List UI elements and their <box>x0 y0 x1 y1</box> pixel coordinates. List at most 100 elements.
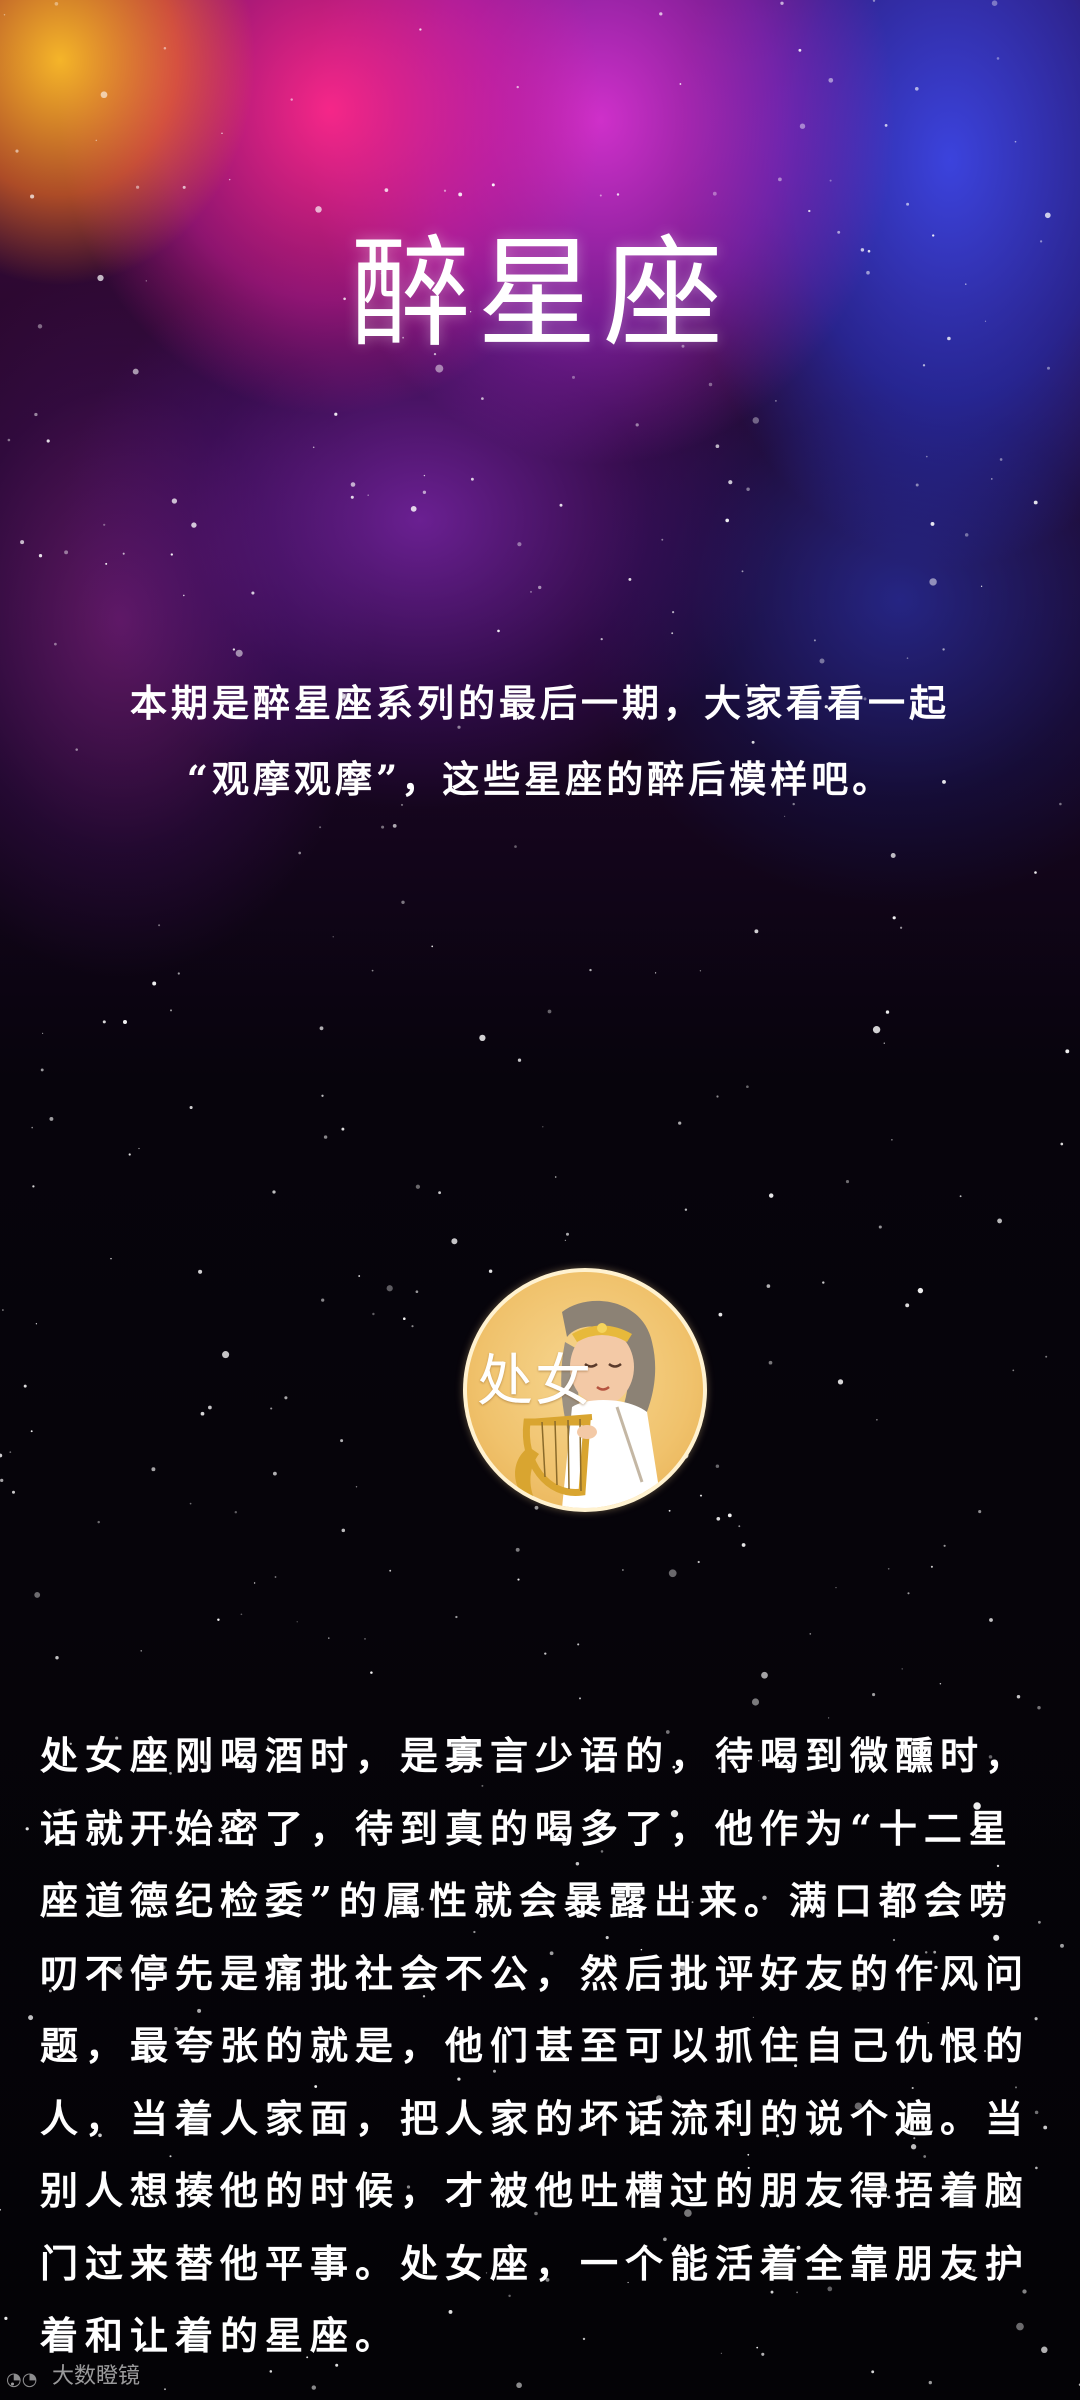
star <box>671 632 674 635</box>
star <box>136 185 140 189</box>
star <box>35 1323 38 1325</box>
star <box>885 1010 890 1014</box>
star <box>42 1032 44 1034</box>
star <box>530 590 532 593</box>
star <box>105 562 108 565</box>
star <box>55 1655 59 1660</box>
star <box>996 57 1000 60</box>
star <box>350 482 356 487</box>
star <box>827 1717 830 1719</box>
star <box>455 1615 458 1619</box>
star <box>589 968 592 972</box>
star <box>367 494 369 496</box>
star <box>253 1582 256 1584</box>
star <box>798 48 802 52</box>
star <box>392 824 397 828</box>
star <box>738 1525 741 1528</box>
star <box>232 648 236 651</box>
star <box>423 474 426 477</box>
star <box>1045 1355 1048 1358</box>
star <box>547 1009 552 1014</box>
star <box>746 1085 749 1089</box>
star <box>564 1239 567 1242</box>
star <box>164 2388 166 2391</box>
star <box>628 577 632 581</box>
star <box>152 981 157 986</box>
star <box>775 400 777 402</box>
star <box>410 506 417 512</box>
star <box>668 1569 677 1578</box>
star <box>386 1285 393 1292</box>
star <box>298 851 302 855</box>
star <box>458 192 463 197</box>
star <box>435 364 444 373</box>
star <box>272 1471 277 1476</box>
star <box>828 77 834 83</box>
star <box>138 1147 140 1150</box>
star <box>516 85 519 89</box>
star <box>808 209 811 213</box>
star <box>661 538 664 541</box>
star <box>198 1269 203 1274</box>
star <box>819 658 825 664</box>
star <box>358 1275 361 1277</box>
star <box>559 503 563 507</box>
star <box>517 1578 520 1581</box>
star <box>334 412 338 416</box>
star <box>30 194 35 199</box>
star <box>939 1682 942 1685</box>
poster-page: 醉星座 本期是醉星座系列的最后一期，大家看看一起 “观摩观摩”，这些星座的醉后模… <box>0 0 1080 2400</box>
star <box>2 1309 4 1311</box>
star <box>15 149 19 153</box>
star <box>100 91 108 99</box>
star <box>497 629 500 633</box>
star <box>672 611 675 614</box>
star <box>34 1591 41 1598</box>
star <box>728 480 733 485</box>
zodiac-badge: 处女 <box>463 1268 707 1512</box>
star <box>270 1407 273 1410</box>
star <box>419 28 422 31</box>
watermark-logo-icon: ◔◔ <box>6 2369 38 2390</box>
star <box>97 1520 100 1524</box>
star <box>311 2385 317 2390</box>
star <box>578 1697 582 1700</box>
star <box>340 1439 344 1443</box>
star <box>251 591 255 595</box>
star <box>925 455 928 458</box>
star <box>95 139 98 142</box>
star <box>727 1513 732 1518</box>
star <box>272 1190 276 1194</box>
star <box>980 585 983 587</box>
star <box>0 1478 4 1483</box>
star <box>12 1490 15 1494</box>
article-paragraph: 处女座刚喝酒时，是寡言少语的，待喝到微醺时，话就开始密了，待到真的喝多了，他作为… <box>40 1733 1031 2358</box>
star <box>182 594 185 597</box>
star <box>315 206 322 213</box>
star <box>372 1312 375 1316</box>
star <box>384 188 389 192</box>
star <box>151 1467 156 1472</box>
star <box>892 916 896 920</box>
star <box>23 1384 27 1388</box>
star <box>7 438 11 442</box>
star <box>741 570 744 573</box>
star <box>616 193 620 196</box>
star <box>766 1284 771 1288</box>
star <box>158 924 161 927</box>
star <box>712 191 717 196</box>
star <box>481 397 484 400</box>
star <box>0 2208 1 2211</box>
star <box>4 2316 8 2320</box>
star <box>1037 1705 1041 1710</box>
star <box>40 1068 44 1072</box>
star <box>901 1668 903 1670</box>
star <box>1014 140 1017 143</box>
star <box>1044 212 1051 219</box>
star <box>577 1643 580 1646</box>
star <box>751 1698 760 1706</box>
star <box>189 1502 192 1505</box>
star <box>566 1232 569 1236</box>
star <box>752 417 760 424</box>
star <box>697 1560 700 1564</box>
